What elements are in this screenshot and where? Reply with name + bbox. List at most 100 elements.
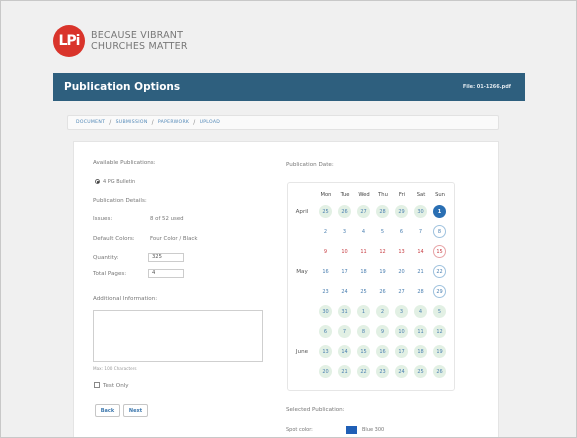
quantity-input[interactable]: 325 [148, 253, 184, 262]
app-frame: LPi BECAUSE VIBRANT CHURCHES MATTER Publ… [0, 0, 577, 438]
calendar-day[interactable]: 4 [357, 225, 370, 238]
calendar-day[interactable]: 21 [338, 365, 351, 378]
calendar-day[interactable]: 2 [376, 305, 389, 318]
calendar-day[interactable]: 18 [357, 265, 370, 278]
calendar-day[interactable]: 5 [376, 225, 389, 238]
calendar-day[interactable]: 26 [376, 285, 389, 298]
publication-radio[interactable] [95, 179, 100, 184]
weekday-label: Mon [320, 192, 332, 198]
calendar-day[interactable]: 13 [319, 345, 332, 358]
calendar-day[interactable]: 3 [395, 305, 408, 318]
calendar-day[interactable]: 27 [395, 285, 408, 298]
calendar-day[interactable]: 27 [357, 205, 370, 218]
calendar-day[interactable]: 8 [433, 225, 446, 238]
total-pages-label: Total Pages: [93, 271, 127, 277]
calendar-day[interactable]: 26 [433, 365, 446, 378]
calendar-day[interactable]: 10 [395, 325, 408, 338]
calendar-day[interactable]: 28 [376, 205, 389, 218]
tagline-line-2: CHURCHES MATTER [91, 41, 188, 52]
breadcrumb-submission[interactable]: Submission [116, 120, 148, 125]
calendar-day[interactable]: 30 [319, 305, 332, 318]
radio-selected-dot [97, 181, 99, 183]
calendar-day[interactable]: 14 [338, 345, 351, 358]
lpi-logo[interactable]: LPi [53, 25, 85, 57]
breadcrumb: Document / Submission / Paperwork / Uplo… [67, 115, 499, 130]
calendar-day[interactable]: 11 [414, 325, 427, 338]
calendar-day[interactable]: 12 [433, 325, 446, 338]
calendar-day[interactable]: 18 [414, 345, 427, 358]
calendar-day[interactable]: 9 [376, 325, 389, 338]
month-label: June [295, 349, 309, 355]
calendar-day[interactable]: 19 [376, 265, 389, 278]
month-label: April [295, 209, 309, 215]
test-only-checkbox[interactable] [94, 382, 100, 388]
calendar-day[interactable]: 6 [319, 325, 332, 338]
calendar-day: 11 [360, 248, 367, 255]
next-button[interactable]: Next [123, 404, 148, 417]
calendar-day[interactable]: 15 [357, 345, 370, 358]
publication-details-label: Publication Details: [93, 198, 147, 204]
weekday-label: Tue [340, 192, 350, 198]
spot-color-swatch [346, 426, 357, 434]
calendar-day[interactable]: 3 [338, 225, 351, 238]
publication-calendar: Mon Tue Wed Thu Fri Sat Sun April May June 25 26 27… [287, 182, 455, 391]
breadcrumb-separator: / [193, 119, 196, 126]
calendar-day[interactable]: 16 [319, 265, 332, 278]
calendar-day[interactable]: 1 [357, 305, 370, 318]
calendar-day[interactable]: 24 [395, 365, 408, 378]
calendar-day[interactable]: 8 [357, 325, 370, 338]
calendar-day[interactable]: 17 [338, 265, 351, 278]
logo-mark: LPi [58, 33, 81, 49]
calendar-day[interactable]: 29 [433, 285, 446, 298]
additional-information-textarea[interactable] [93, 310, 263, 362]
calendar-day[interactable]: 2 [319, 225, 332, 238]
calendar-day[interactable]: 7 [338, 325, 351, 338]
issues-value: 8 of 52 used [150, 216, 184, 222]
calendar-day[interactable]: 25 [319, 205, 332, 218]
month-label: May [296, 269, 308, 275]
calendar-day[interactable]: 25 [414, 365, 427, 378]
calendar-day[interactable]: 22 [433, 265, 446, 278]
weekday-label: Wed [358, 192, 370, 198]
calendar-day[interactable]: 24 [338, 285, 351, 298]
calendar-day: 10 [341, 248, 348, 255]
calendar-day[interactable]: 22 [357, 365, 370, 378]
weekday-label: Thu [378, 192, 388, 198]
weekday-label: Fri [398, 192, 406, 198]
spot-color-label: Spot color: [286, 427, 313, 433]
total-pages-input[interactable]: 4 [148, 269, 184, 278]
calendar-day[interactable]: 26 [338, 205, 351, 218]
calendar-day[interactable]: 21 [414, 265, 427, 278]
calendar-day[interactable]: 15 [433, 245, 446, 258]
calendar-day[interactable]: 4 [414, 305, 427, 318]
publication-options-panel: Available Publications: 4 PG Bulletin Pu… [73, 141, 499, 437]
calendar-day[interactable]: 5 [433, 305, 446, 318]
additional-information-label: Additional Information: [93, 296, 158, 302]
breadcrumb-document[interactable]: Document [76, 120, 105, 125]
calendar-day[interactable]: 16 [376, 345, 389, 358]
calendar-day: 12 [379, 248, 386, 255]
calendar-day[interactable]: 19 [433, 345, 446, 358]
calendar-day[interactable]: 6 [395, 225, 408, 238]
breadcrumb-upload[interactable]: Upload [200, 120, 221, 125]
calendar-day[interactable]: 23 [376, 365, 389, 378]
publication-date-label: Publication Date: [286, 162, 334, 168]
calendar-day[interactable]: 1 [433, 205, 446, 218]
back-button[interactable]: Back [95, 404, 120, 417]
calendar-day[interactable]: 20 [319, 365, 332, 378]
calendar-day[interactable]: 29 [395, 205, 408, 218]
calendar-day[interactable]: 23 [319, 285, 332, 298]
calendar-day[interactable]: 30 [414, 205, 427, 218]
breadcrumb-paperwork[interactable]: Paperwork [158, 120, 189, 125]
publication-option-label: 4 PG Bulletin [103, 179, 136, 185]
calendar-day[interactable]: 31 [338, 305, 351, 318]
calendar-day[interactable]: 28 [414, 285, 427, 298]
site-header: LPi BECAUSE VIBRANT CHURCHES MATTER [53, 23, 188, 59]
default-colors-label: Default Colors: [93, 236, 135, 242]
calendar-day[interactable]: 17 [395, 345, 408, 358]
calendar-day[interactable]: 25 [357, 285, 370, 298]
calendar-day[interactable]: 20 [395, 265, 408, 278]
weekday-label: Sun [435, 192, 445, 198]
quantity-label: Quantity: [93, 255, 119, 261]
calendar-day[interactable]: 7 [414, 225, 427, 238]
